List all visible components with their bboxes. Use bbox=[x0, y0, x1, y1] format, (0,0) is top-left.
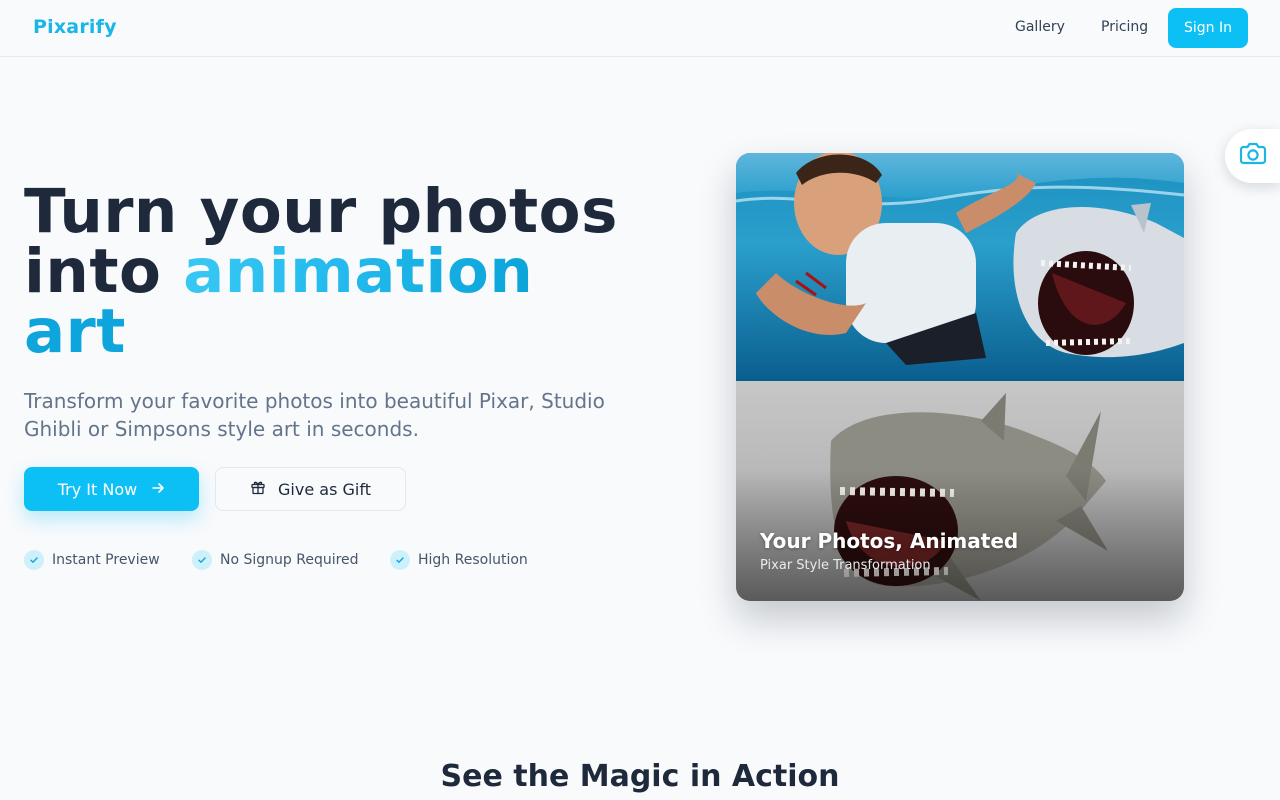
preview-card: Your Photos, Animated Pixar Style Transf… bbox=[736, 153, 1184, 601]
hero-title: Turn your photos into animation art bbox=[24, 181, 664, 362]
feature-label: High Resolution bbox=[418, 552, 528, 568]
try-it-now-label: Try It Now bbox=[57, 479, 138, 499]
feature-label: Instant Preview bbox=[52, 552, 160, 568]
nav-link-gallery[interactable]: Gallery bbox=[1015, 19, 1065, 35]
check-icon bbox=[390, 550, 410, 570]
try-it-now-button[interactable]: Try It Now bbox=[24, 467, 199, 511]
section-title: See the Magic in Action bbox=[440, 759, 840, 794]
camera-icon bbox=[1238, 141, 1268, 171]
give-as-gift-button[interactable]: Give as Gift bbox=[215, 467, 406, 511]
check-icon bbox=[24, 550, 44, 570]
card-caption: Your Photos, Animated Pixar Style Transf… bbox=[760, 529, 1160, 573]
card-subtitle: Pixar Style Transformation bbox=[760, 558, 931, 573]
nav-link-pricing[interactable]: Pricing bbox=[1101, 19, 1148, 35]
brand-logo[interactable]: Pixarify bbox=[33, 16, 117, 38]
give-as-gift-label: Give as Gift bbox=[278, 479, 371, 499]
hero-title-accent-word: animation bbox=[183, 236, 534, 307]
feature-label: No Signup Required bbox=[220, 552, 359, 568]
feature-instant-preview: Instant Preview bbox=[24, 550, 160, 570]
arrow-right-icon bbox=[151, 480, 165, 499]
sign-in-button[interactable]: Sign In bbox=[1168, 8, 1248, 48]
feature-no-signup: No Signup Required bbox=[192, 550, 359, 570]
camera-upload-button[interactable] bbox=[1225, 129, 1280, 183]
feature-high-resolution: High Resolution bbox=[390, 550, 528, 570]
hero-title-line-3: art bbox=[24, 296, 126, 367]
check-icon bbox=[192, 550, 212, 570]
hero-subtitle: Transform your favorite photos into beau… bbox=[24, 389, 605, 441]
original-photo bbox=[736, 153, 1184, 381]
card-title: Your Photos, Animated bbox=[760, 529, 1019, 553]
gift-icon bbox=[250, 479, 266, 499]
top-navbar: Pixarify Gallery Pricing Sign In bbox=[0, 0, 1280, 57]
